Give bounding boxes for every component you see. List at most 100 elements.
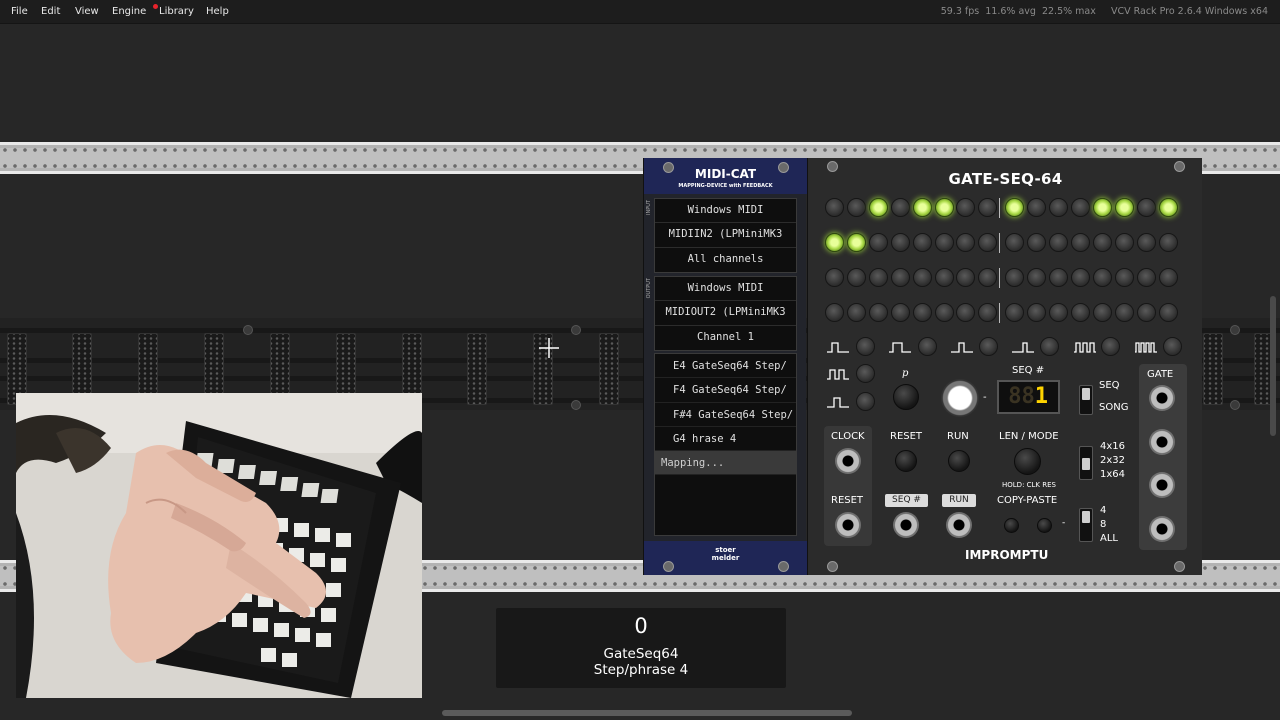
step-button[interactable] [1114,198,1134,217]
copy-button[interactable] [1004,518,1019,533]
step-button[interactable] [1005,233,1025,252]
step-button[interactable] [1027,198,1047,217]
seq-select-knob[interactable] [941,379,979,417]
gate-type-button[interactable] [1040,337,1059,356]
step-button[interactable] [934,303,954,322]
step-button[interactable] [956,303,976,322]
menu-engine[interactable]: Engine [112,6,146,17]
step-button[interactable] [890,268,910,287]
blank-panel[interactable] [467,333,487,405]
step-button[interactable] [934,198,954,217]
len-mode-button[interactable] [1014,448,1041,475]
step-button[interactable] [978,268,998,287]
probability-knob[interactable] [893,384,919,410]
step-button[interactable] [1158,303,1178,322]
step-button[interactable] [1070,268,1090,287]
mapping-item[interactable]: F4 GateSeq64 Step/ [655,378,796,403]
step-button[interactable] [912,303,932,322]
step-button[interactable] [846,268,866,287]
mapping-item[interactable]: F#4 GateSeq64 Step/ [655,403,796,427]
step-button[interactable] [1136,268,1156,287]
step-button[interactable] [868,303,888,322]
horizontal-scrollbar[interactable] [442,710,852,716]
gate-output-jack[interactable] [1149,472,1175,498]
clock-input-jack[interactable] [835,448,861,474]
mapping-item-active[interactable]: Mapping... [655,451,796,476]
menu-file[interactable]: File [11,6,28,17]
gate-seq-64-module[interactable]: GATE-SEQ-64 p - SEQ # 881 SEQ SONG CLOCK [807,158,1202,575]
step-button[interactable] [978,198,998,217]
step-button[interactable] [956,268,976,287]
step-button[interactable] [1114,233,1134,252]
step-button[interactable] [825,303,844,322]
run-button[interactable] [948,450,970,472]
gate-type-button[interactable] [918,337,937,356]
midi-cat-module[interactable]: MIDI-CAT MAPPING-DEVICE with FEEDBACK IN… [643,158,807,575]
step-button[interactable] [846,198,866,217]
reset-button[interactable] [895,450,917,472]
step-button[interactable] [1070,303,1090,322]
step-button[interactable] [1070,233,1090,252]
step-button[interactable] [1114,268,1134,287]
menu-help[interactable]: Help [206,6,229,17]
step-button[interactable] [868,233,888,252]
step-button[interactable] [890,303,910,322]
gate-output-jack[interactable] [1149,385,1175,411]
step-button[interactable] [825,233,844,252]
gate-type-button[interactable] [1101,337,1120,356]
step-button[interactable] [956,233,976,252]
gate-output-jack[interactable] [1149,429,1175,455]
step-button[interactable] [1070,198,1090,217]
step-button[interactable] [846,233,866,252]
midi-output-channel[interactable]: Channel 1 [655,326,796,350]
step-button[interactable] [1158,233,1178,252]
step-button[interactable] [912,268,932,287]
step-button[interactable] [934,268,954,287]
step-button[interactable] [1049,233,1068,252]
run-cv-input-jack[interactable] [946,512,972,538]
blank-panel[interactable] [1203,333,1223,405]
config-switch[interactable] [1079,446,1093,480]
step-button[interactable] [1049,198,1068,217]
step-button[interactable] [978,233,998,252]
step-button[interactable] [956,198,976,217]
vertical-scrollbar[interactable] [1270,296,1276,436]
gate-type-button[interactable] [1163,337,1182,356]
paste-button[interactable] [1037,518,1052,533]
step-button[interactable] [1158,268,1178,287]
step-button[interactable] [1136,233,1156,252]
reset-input-jack[interactable] [835,512,861,538]
gate-type-button[interactable] [856,364,875,383]
step-button[interactable] [1027,303,1047,322]
step-button[interactable] [868,198,888,217]
step-button[interactable] [912,198,932,217]
step-button[interactable] [1005,198,1025,217]
step-button[interactable] [1005,303,1025,322]
mapping-item[interactable]: G4 hrase 4 [655,427,796,452]
midi-output-driver[interactable]: Windows MIDI [655,277,796,302]
step-button[interactable] [1158,198,1178,217]
step-button[interactable] [825,198,844,217]
gate-output-jack[interactable] [1149,516,1175,542]
gate-type-button[interactable] [856,337,875,356]
menu-view[interactable]: View [75,6,99,17]
step-button[interactable] [1027,233,1047,252]
seq-cv-input-jack[interactable] [893,512,919,538]
midi-input-channel[interactable]: All channels [655,248,796,272]
step-button[interactable] [1049,303,1068,322]
step-button[interactable] [1092,233,1112,252]
midi-input-driver[interactable]: Windows MIDI [655,199,796,224]
step-button[interactable] [1092,268,1112,287]
step-button[interactable] [1114,303,1134,322]
step-button[interactable] [934,233,954,252]
mapping-item[interactable]: E4 GateSeq64 Step/ [655,354,796,379]
step-button[interactable] [868,268,888,287]
seq-song-switch[interactable] [1079,385,1093,415]
step-button[interactable] [1092,303,1112,322]
step-button[interactable] [1027,268,1047,287]
blank-panel[interactable] [599,333,619,405]
copy-length-switch[interactable] [1079,508,1093,542]
midi-input-device[interactable]: MIDIIN2 (LPMiniMK3 [655,223,796,248]
step-button[interactable] [825,268,844,287]
step-button[interactable] [1092,198,1112,217]
